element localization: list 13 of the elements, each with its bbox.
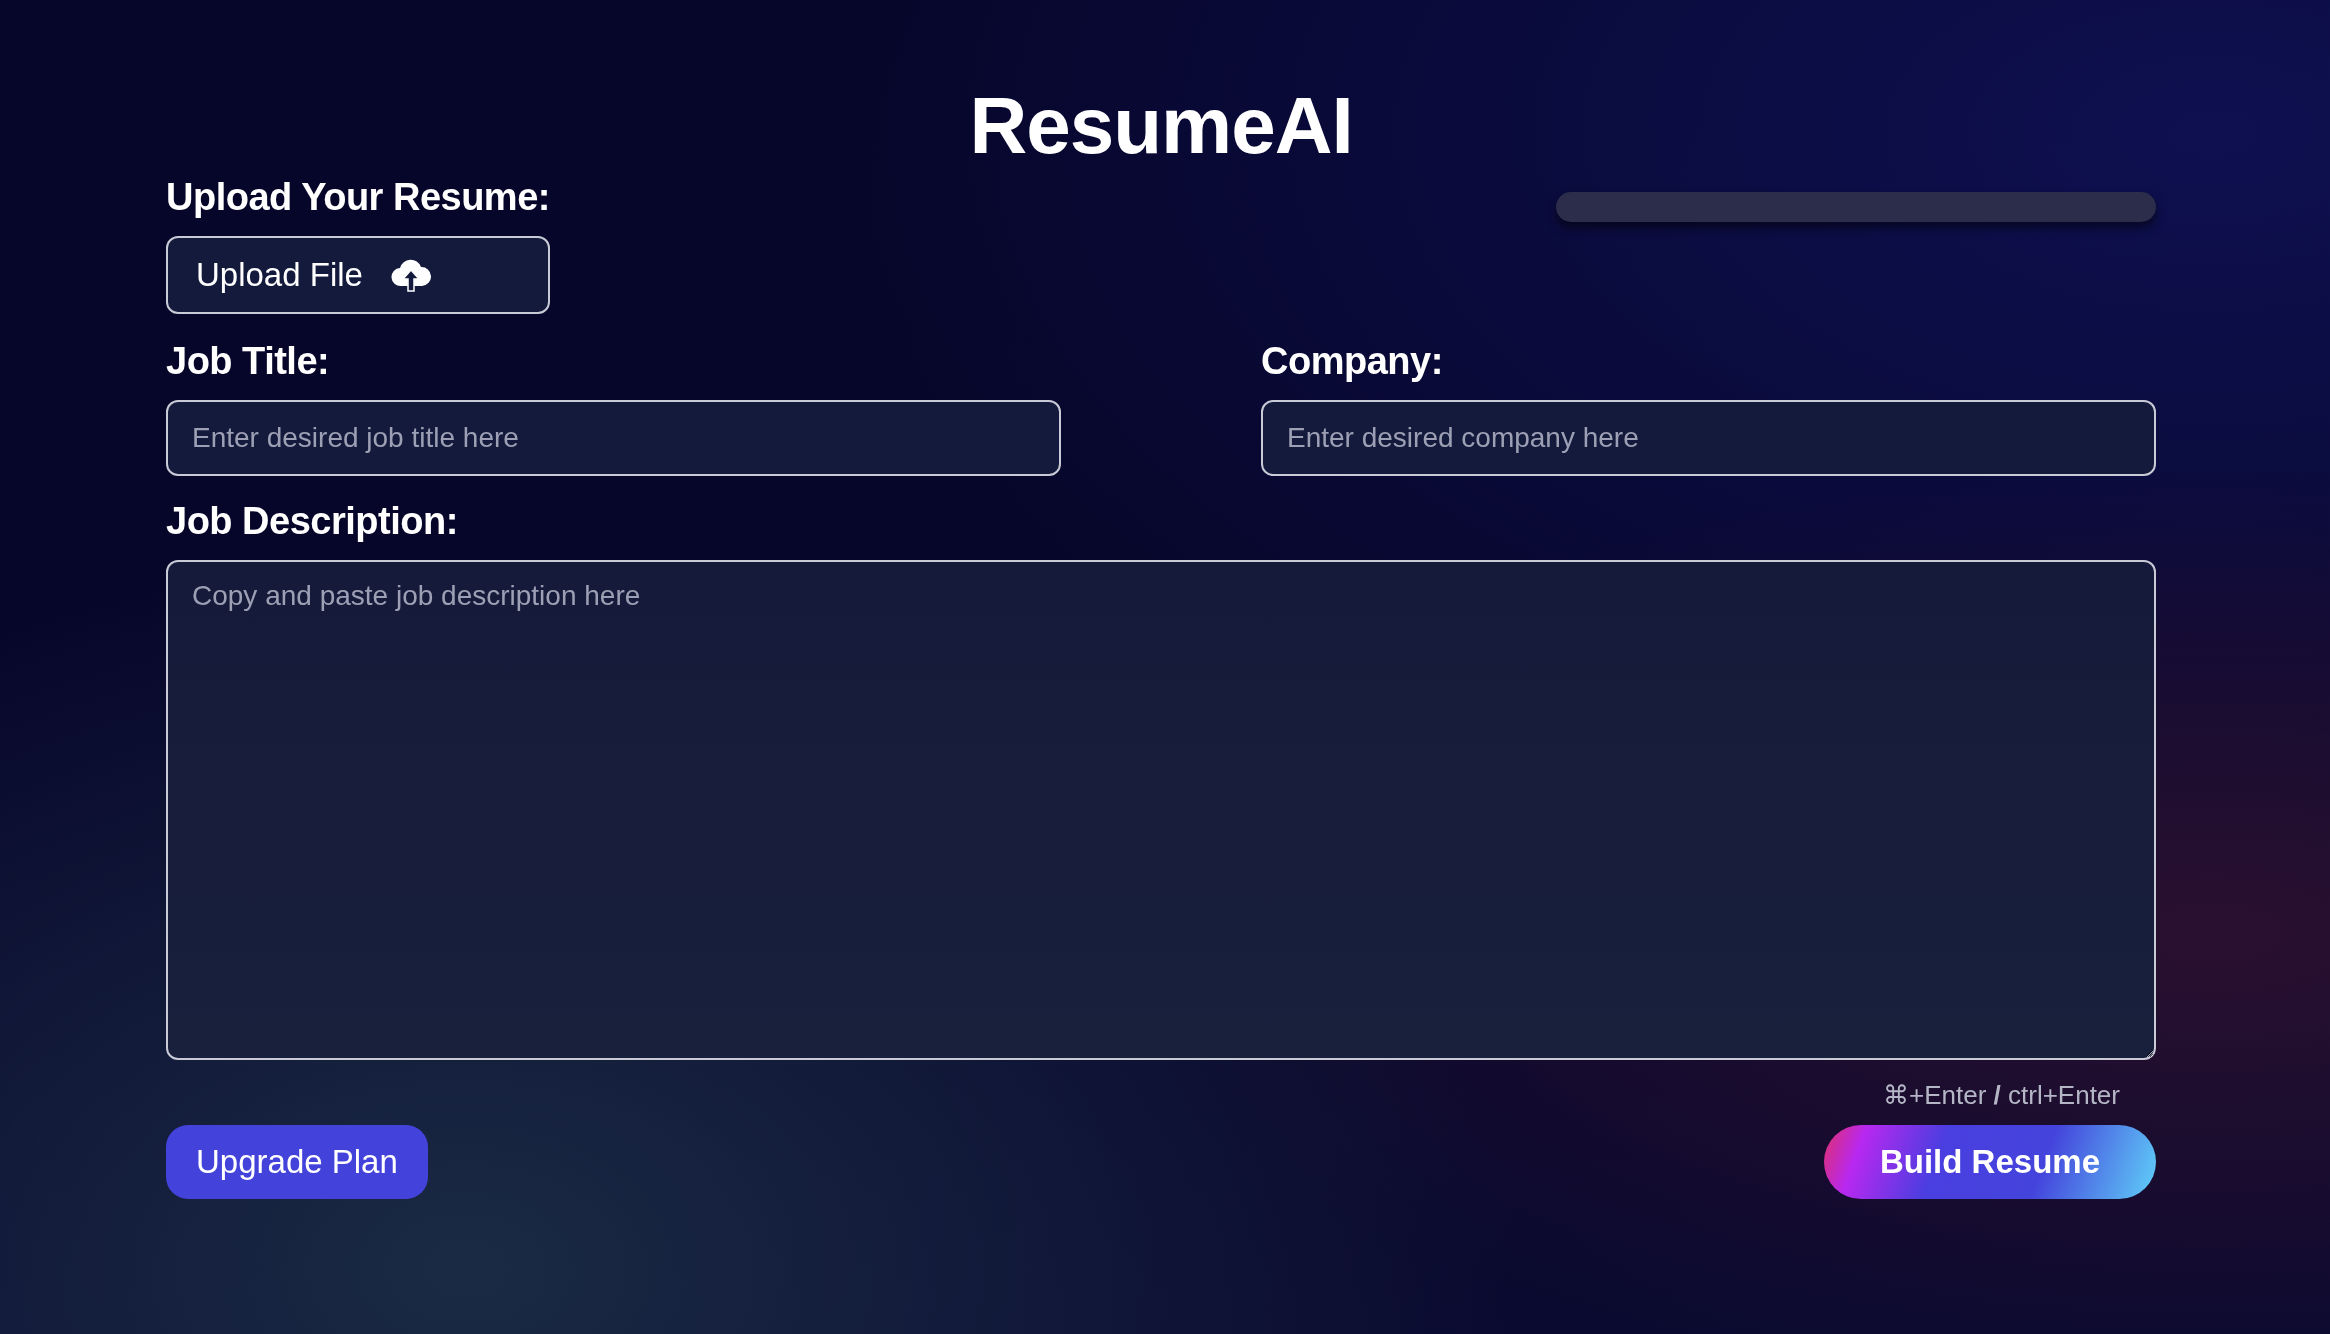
field-label: Job Description: [166,499,459,544]
app-title: ResumeAI [968,80,1354,172]
shortcut-hint: ⌘+Enter / ctrl+Enter [1883,1080,2120,1111]
description-field[interactable]: Copy and paste job description here [166,560,2156,1060]
field-label: Company: [1261,339,1444,384]
cloud-upload-icon [390,258,431,292]
input-field[interactable]: Enter desired job title here [166,400,1061,476]
field-label: Job Title: [166,339,331,384]
upload-file-button[interactable]: Upload File [166,236,550,314]
upload-label: Upload Your Resume: [166,175,550,220]
input-field[interactable]: Enter desired company here [1261,400,2156,476]
build-resume-button[interactable]: Build Resume [1823,1125,2156,1199]
upgrade-plan-button[interactable]: Upgrade Plan [166,1125,428,1199]
